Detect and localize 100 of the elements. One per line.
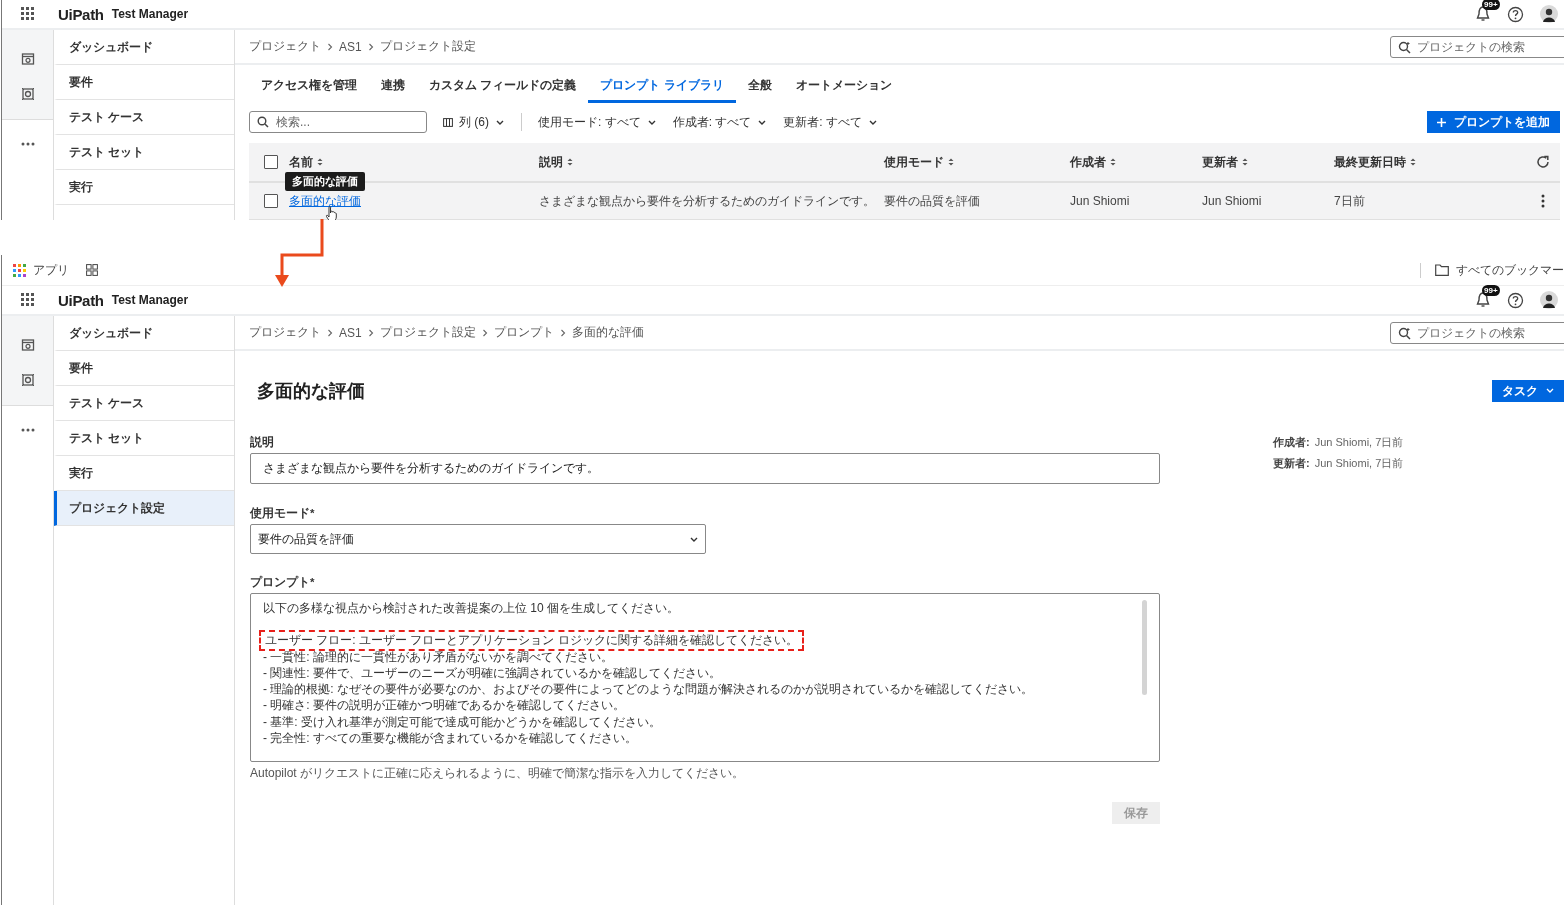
sidebar-item[interactable]: テスト ケース [54, 100, 234, 135]
breadcrumb-link[interactable]: AS1 [339, 325, 362, 340]
app-launcher-icon[interactable] [20, 6, 36, 22]
sidebar-item[interactable]: ダッシュボード [54, 316, 234, 351]
sidebar-item[interactable]: 要件 [54, 65, 234, 100]
sidebar-item[interactable]: プロジェクト設定 [54, 491, 234, 526]
description-field[interactable]: さまざまな観点から要件を分析するためのガイドラインです。 [250, 453, 1160, 484]
more-icon[interactable] [20, 428, 35, 432]
sort-icon [948, 158, 954, 166]
prompt-link[interactable]: 多面的な評価 [289, 192, 361, 210]
columns-icon [443, 117, 453, 127]
sort-icon [1242, 158, 1248, 166]
logo: UiPath [58, 291, 104, 309]
prompt-line: - 完全性: すべての重要な機能が含まれているかを確認してください。 [263, 730, 637, 747]
more-icon[interactable] [20, 142, 35, 146]
sidebar-item[interactable]: テスト ケース [54, 386, 234, 421]
sort-icon [567, 158, 573, 166]
tab[interactable]: アクセス権を管理 [249, 77, 369, 103]
chevron-right-icon [367, 328, 374, 337]
sidebar-item[interactable]: 実行 [54, 170, 234, 205]
apps-icon [12, 263, 26, 277]
search-icon [257, 116, 269, 128]
filter-dropdown[interactable]: 使用モード: すべて [538, 113, 657, 131]
notification-badge: 99+ [1482, 0, 1500, 10]
breadcrumb-link[interactable]: 多面的な評価 [571, 324, 644, 341]
avatar-icon[interactable] [1540, 291, 1558, 309]
meta-label: 更新者: [1273, 456, 1310, 471]
tab[interactable]: 連携 [369, 77, 417, 103]
prompt-field[interactable] [250, 593, 1160, 762]
tab[interactable]: オートメーション [783, 77, 904, 103]
help-icon[interactable] [1507, 291, 1524, 309]
sort-icon [1110, 158, 1116, 166]
refresh-icon[interactable] [1536, 155, 1550, 169]
prompt-line: - 明確さ: 要件の説明が正確かつ明確であるかを確認してください。 [263, 697, 625, 714]
table-cell: Jun Shiomi [1070, 194, 1130, 208]
project-search-field[interactable]: プロジェクトの検索 [1390, 35, 1564, 58]
help-icon[interactable] [1507, 5, 1524, 23]
prompt-line: - 基準: 受け入れ基準が測定可能で達成可能かどうかを確認してください。 [263, 713, 661, 731]
helper-text: Autopilot がリクエストに正確に応えられるように、明確で簡潔な指示を入力してください。 [250, 765, 746, 782]
chevron-right-icon [327, 42, 333, 51]
prompt-line: - 一貫性: 論理的に一貫性があり矛盾がないかを調べてください。 [263, 648, 613, 665]
project-search-field[interactable]: プロジェクトの検索 [1390, 321, 1564, 344]
breadcrumb-link[interactable]: プロジェクト設定 [379, 38, 476, 55]
prompt-line: - 関連性: 要件で、ユーザーのニーズが明確に強調されているかを確認してください。 [263, 664, 721, 682]
bookmark-folder[interactable]: すべてのブックマー [1456, 262, 1564, 278]
search-field[interactable]: 検索... [249, 111, 427, 133]
sort-icon [1410, 158, 1416, 166]
chevron-right-icon [481, 328, 488, 337]
app-launcher-icon[interactable] [20, 292, 36, 308]
tab[interactable]: カスタム フィールドの定義 [417, 77, 589, 103]
meta-value: Jun Shiomi, 7日前 [1314, 456, 1404, 471]
checkbox[interactable] [264, 194, 278, 208]
column-header[interactable]: 説明 [539, 153, 563, 171]
add-prompt-button[interactable]: プロンプトを追加 [1427, 111, 1560, 133]
filter-dropdown[interactable]: 更新者: すべて [783, 113, 878, 131]
meta-label: 作成者: [1273, 435, 1310, 450]
target-icon[interactable] [20, 87, 35, 101]
task-button[interactable]: タスク [1492, 380, 1564, 402]
field-label: 使用モード* [250, 506, 316, 521]
field-label: 説明 [250, 435, 275, 450]
search-icon [1398, 40, 1411, 54]
filter-dropdown[interactable]: 作成者: すべて [672, 113, 768, 131]
breadcrumb-link[interactable]: プロンプト [493, 324, 554, 341]
panel-icon[interactable] [20, 338, 35, 352]
breadcrumb-link[interactable]: AS1 [339, 39, 362, 54]
tab-groups-icon[interactable] [86, 264, 98, 276]
bookmark-link[interactable]: アプリ [33, 262, 69, 278]
sidebar-item[interactable]: ダッシュボード [54, 30, 234, 65]
bell-icon[interactable] [1475, 291, 1491, 309]
columns-button[interactable]: 列 (6) [443, 113, 505, 131]
panel-icon[interactable] [20, 52, 35, 66]
tab[interactable]: 全般 [735, 77, 784, 103]
prompt-line: ユーザー フロー: ユーザー フローとアプリケーション ロジックに関する詳細を確認してください。 [261, 632, 802, 649]
meta-value: Jun Shiomi, 7日前 [1314, 435, 1404, 450]
column-header[interactable]: 使用モード [884, 153, 944, 171]
column-header[interactable]: 作成者 [1070, 153, 1106, 171]
sidebar-item[interactable]: テスト セット [54, 135, 234, 170]
sidebar-item[interactable]: テスト セット [54, 421, 234, 456]
column-header[interactable]: 最終更新日時 [1334, 153, 1406, 171]
breadcrumb-link[interactable]: プロジェクト [249, 324, 321, 341]
breadcrumb-link[interactable]: プロジェクト設定 [379, 324, 476, 341]
target-icon[interactable] [20, 373, 35, 387]
chevron-right-icon [327, 328, 333, 337]
bell-icon[interactable] [1475, 5, 1491, 23]
folder-icon [1435, 264, 1449, 276]
breadcrumb-link[interactable]: プロジェクト [249, 38, 321, 55]
checkbox[interactable] [264, 155, 278, 169]
kebab-menu-icon[interactable] [1541, 194, 1545, 208]
table-cell: さまざまな観点から要件を分析するためのガイドラインです。 [539, 192, 875, 210]
column-header[interactable]: 名前 [289, 153, 313, 171]
tab[interactable]: プロンプト ライブラリ [588, 77, 736, 103]
sidebar-item[interactable]: 要件 [54, 351, 234, 386]
product-name: Test Manager [111, 293, 189, 307]
search-icon [1398, 326, 1411, 340]
logo: UiPath [58, 5, 104, 23]
column-header[interactable]: 更新者 [1202, 153, 1238, 171]
avatar-icon[interactable] [1540, 5, 1558, 23]
usage-mode-dropdown[interactable]: 要件の品質を評価 [250, 524, 706, 554]
prompt-line: - 理論的根拠: なぜその要件が必要なのか、およびその要件によってどのような問題が解決されるのかが説明されているかを確認してください。 [263, 681, 1033, 698]
table-cell: 要件の品質を評価 [884, 192, 980, 210]
